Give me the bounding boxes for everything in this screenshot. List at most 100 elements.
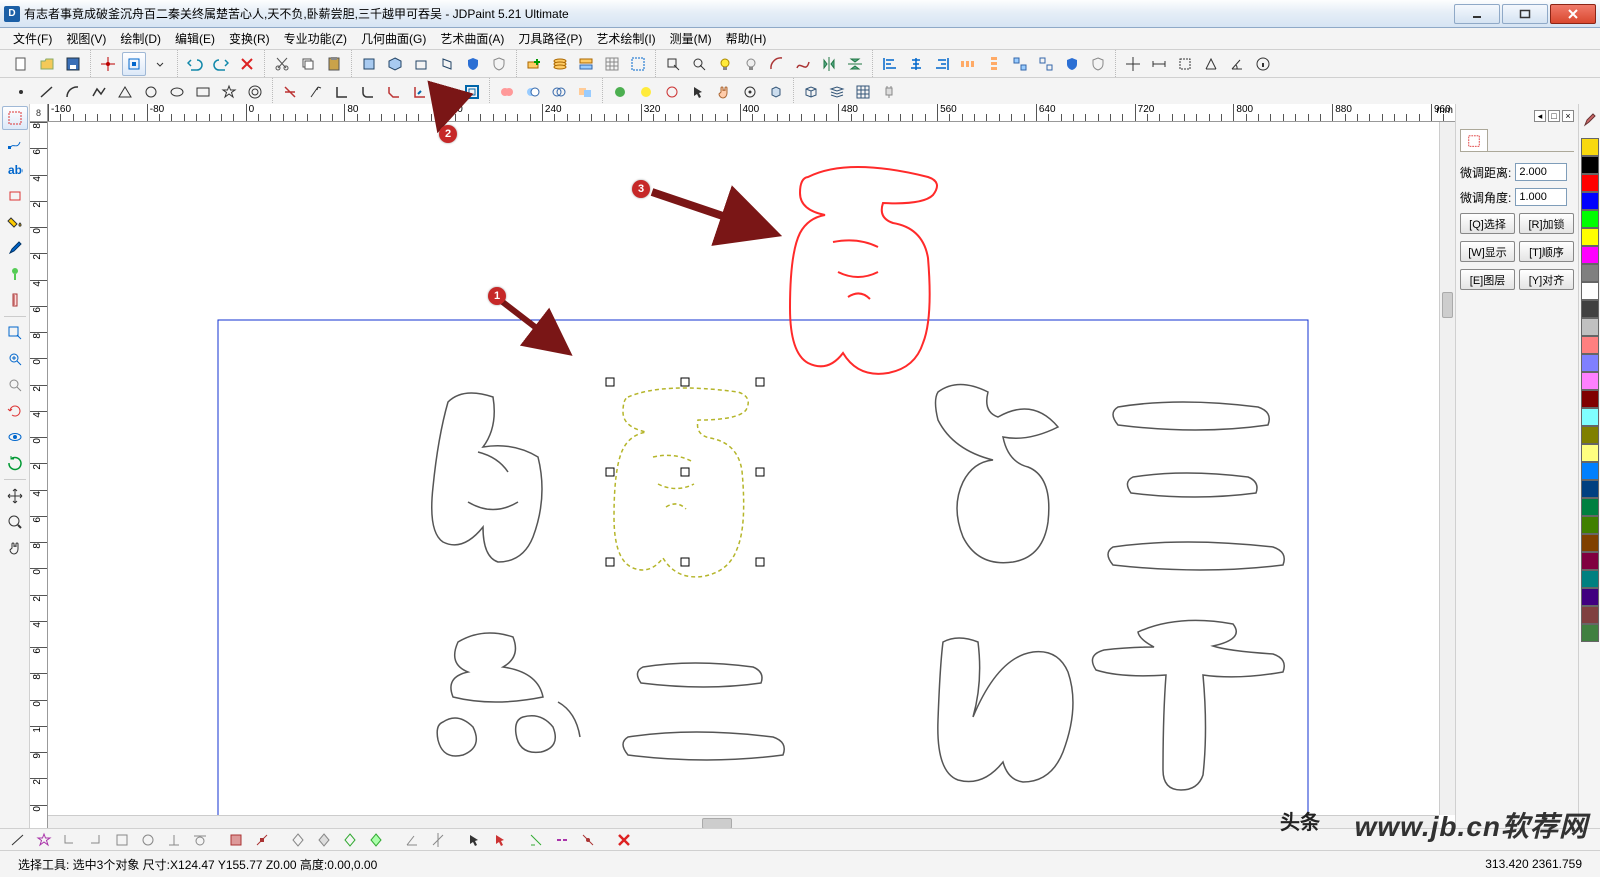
align-left-icon[interactable]: [878, 52, 902, 76]
light-green-icon[interactable]: [608, 80, 632, 104]
circle-tool-icon[interactable]: [139, 80, 163, 104]
color-swatch[interactable]: [1581, 246, 1599, 264]
3d-box-icon[interactable]: [799, 80, 823, 104]
fill-tool-icon[interactable]: [2, 210, 28, 234]
panel-close-icon[interactable]: ×: [1562, 110, 1574, 122]
maximize-button[interactable]: [1502, 4, 1548, 24]
rotate-view-icon[interactable]: [2, 399, 28, 423]
measure-box-icon[interactable]: [1173, 52, 1197, 76]
grid-3d-icon[interactable]: [851, 80, 875, 104]
drawing-canvas[interactable]: [48, 122, 1439, 815]
color-swatch[interactable]: [1581, 516, 1599, 534]
plug-icon[interactable]: [877, 80, 901, 104]
snap-node-icon[interactable]: [122, 52, 146, 76]
bt-sqfill-icon[interactable]: [225, 830, 247, 850]
cursor-circle-icon[interactable]: [687, 52, 711, 76]
bt-circle-icon[interactable]: [137, 830, 159, 850]
bt-perp-icon[interactable]: [163, 830, 185, 850]
color-swatch[interactable]: [1581, 390, 1599, 408]
bulb-off-icon[interactable]: [739, 52, 763, 76]
color-swatch[interactable]: [1581, 300, 1599, 318]
pointer-2-icon[interactable]: [686, 80, 710, 104]
zoom-window-icon[interactable]: [2, 373, 28, 397]
color-swatch[interactable]: [1581, 480, 1599, 498]
refresh-icon[interactable]: [2, 451, 28, 475]
bt-rect-icon[interactable]: [111, 830, 133, 850]
dist-h-icon[interactable]: [956, 52, 980, 76]
bt-corner2-icon[interactable]: [85, 830, 107, 850]
union-icon[interactable]: [495, 80, 519, 104]
group-icon[interactable]: [1008, 52, 1032, 76]
color-swatch[interactable]: [1581, 624, 1599, 642]
offset-tool-icon[interactable]: [434, 80, 458, 104]
color-swatch[interactable]: [1581, 372, 1599, 390]
view-top-icon[interactable]: [357, 52, 381, 76]
snap-grid-icon[interactable]: [96, 52, 120, 76]
corner-tool-icon[interactable]: [330, 80, 354, 104]
bt-x-big-icon[interactable]: [613, 830, 635, 850]
new-icon[interactable]: [9, 52, 33, 76]
shield2-blue-icon[interactable]: [1060, 52, 1084, 76]
bt-d4-icon[interactable]: [365, 830, 387, 850]
mirror-v-icon[interactable]: [817, 52, 841, 76]
menu-pro[interactable]: 专业功能(Z): [277, 28, 354, 49]
menu-draw[interactable]: 绘制(D): [113, 28, 168, 49]
menu-edit[interactable]: 编辑(E): [168, 28, 222, 49]
dist-v-icon[interactable]: [982, 52, 1006, 76]
zoom-rect-icon[interactable]: [2, 321, 28, 345]
bt-corner1-icon[interactable]: [59, 830, 81, 850]
info-icon[interactable]: [1251, 52, 1275, 76]
selection-rect-icon[interactable]: [626, 52, 650, 76]
canvas-area[interactable]: [48, 122, 1455, 831]
menu-geom[interactable]: 几何曲面(G): [354, 28, 433, 49]
close-button[interactable]: [1550, 4, 1596, 24]
shield-blue-icon[interactable]: [461, 52, 485, 76]
paste-icon[interactable]: [322, 52, 346, 76]
triangle-tool-icon[interactable]: [113, 80, 137, 104]
combine-icon[interactable]: [573, 80, 597, 104]
ellipse-tool-icon[interactable]: [165, 80, 189, 104]
scrollbar-thumb[interactable]: [1442, 292, 1453, 318]
menu-artsurf[interactable]: 艺术曲面(A): [433, 28, 511, 49]
crosshair-icon[interactable]: [1121, 52, 1145, 76]
line-tool-icon[interactable]: [35, 80, 59, 104]
view-right-icon[interactable]: [435, 52, 459, 76]
text-tool-icon[interactable]: abc: [2, 158, 28, 182]
menu-measure[interactable]: 测量(M): [663, 28, 719, 49]
ungroup-icon[interactable]: [1034, 52, 1058, 76]
zoom-fit-icon[interactable]: [2, 347, 28, 371]
ruler-vl-icon[interactable]: [2, 288, 28, 312]
grid-display-icon[interactable]: [600, 52, 624, 76]
bt-d1-icon[interactable]: [287, 830, 309, 850]
measure-3d-icon[interactable]: [1199, 52, 1223, 76]
vertical-scrollbar[interactable]: [1439, 122, 1455, 815]
menu-help[interactable]: 帮助(H): [719, 28, 774, 49]
menu-view[interactable]: 视图(V): [59, 28, 113, 49]
cut-icon[interactable]: [270, 52, 294, 76]
nav-cube-icon[interactable]: [764, 80, 788, 104]
point-tool-icon[interactable]: [9, 80, 33, 104]
color-swatch[interactable]: [1581, 228, 1599, 246]
mirror-h-icon[interactable]: [843, 52, 867, 76]
node-edit-tool-icon[interactable]: [2, 132, 28, 156]
color-swatch[interactable]: [1581, 138, 1599, 156]
bt-d2-icon[interactable]: [313, 830, 335, 850]
copy-icon[interactable]: [296, 52, 320, 76]
polyline-tool-icon[interactable]: [87, 80, 111, 104]
panel-max-icon[interactable]: □: [1548, 110, 1560, 122]
angle-icon[interactable]: [1225, 52, 1249, 76]
color-swatch[interactable]: [1581, 426, 1599, 444]
cursor-rect-icon[interactable]: [661, 52, 685, 76]
select-tool-icon[interactable]: [2, 106, 28, 130]
bt-star-icon[interactable]: [33, 830, 55, 850]
bulb-on-icon[interactable]: [713, 52, 737, 76]
btn-r-lock[interactable]: [R]加锁: [1519, 213, 1574, 234]
bt-join-icon[interactable]: [577, 830, 599, 850]
color-swatch[interactable]: [1581, 192, 1599, 210]
menu-artdraw[interactable]: 艺术绘制(I): [589, 28, 662, 49]
snap-dropdown-icon[interactable]: [148, 52, 172, 76]
redo-icon[interactable]: [209, 52, 233, 76]
fillet-tool-icon[interactable]: [356, 80, 380, 104]
measure-h-icon[interactable]: [1147, 52, 1171, 76]
minimize-button[interactable]: [1454, 4, 1500, 24]
